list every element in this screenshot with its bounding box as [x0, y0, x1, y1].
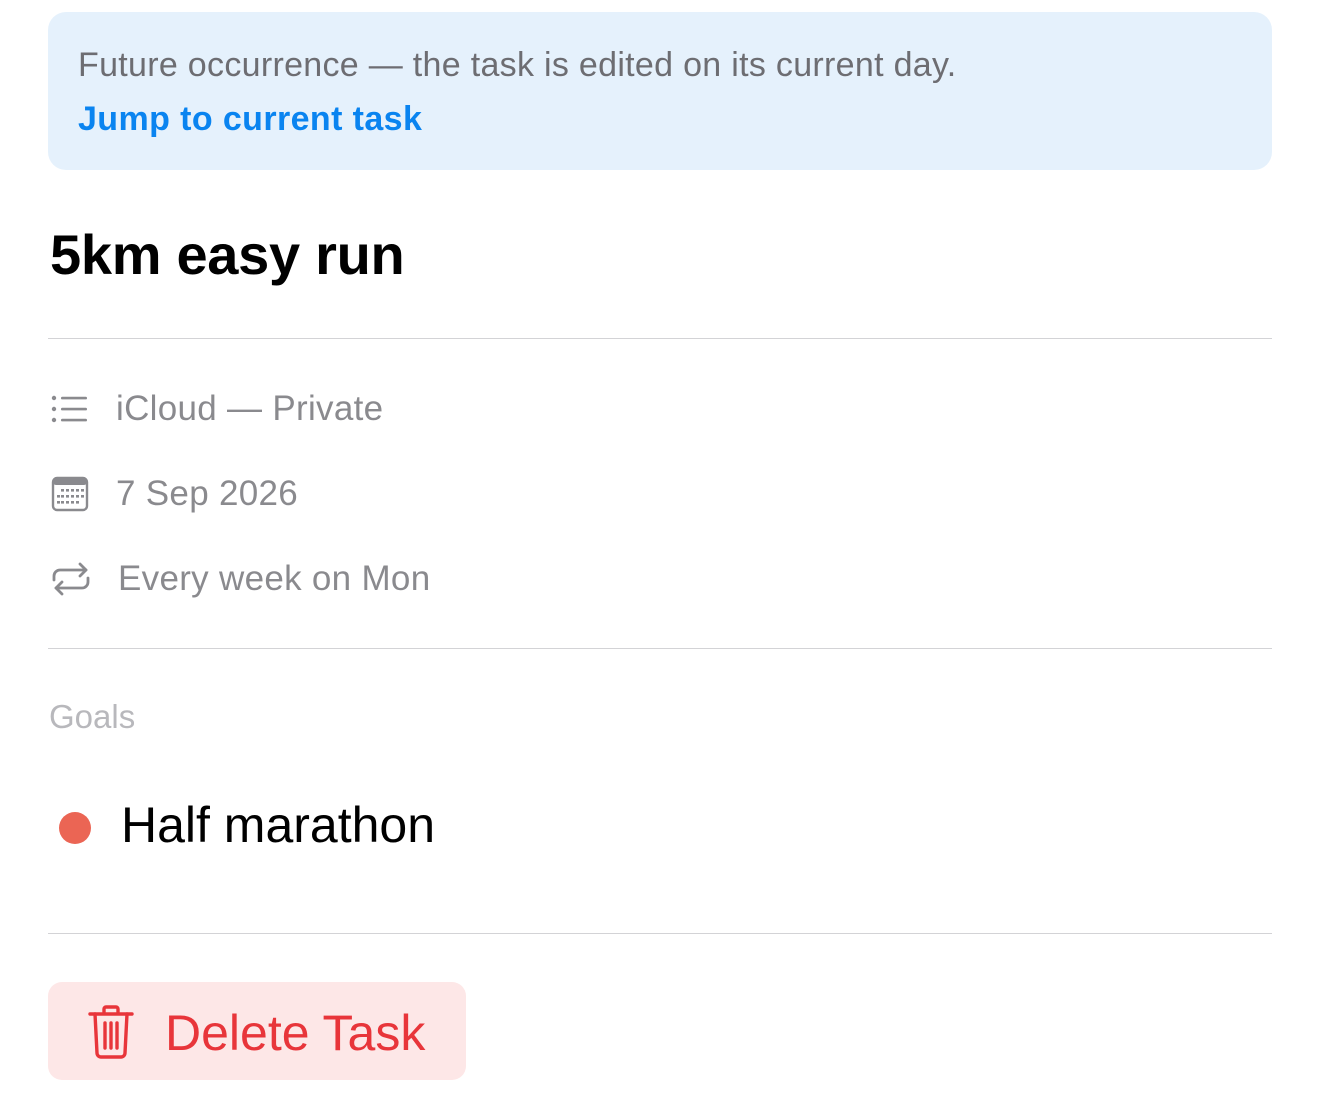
date-label: 7 Sep 2026 — [116, 474, 299, 513]
repeat-label: Every week on Mon — [118, 559, 431, 598]
goal-color-dot — [59, 812, 91, 844]
goals-section-header: Goals — [49, 698, 136, 735]
divider — [48, 648, 1272, 649]
list-row[interactable]: iCloud — Private — [48, 381, 748, 437]
task-title[interactable]: 5km easy run — [50, 222, 405, 287]
calendar-icon — [50, 476, 90, 512]
trash-icon — [87, 1004, 135, 1060]
divider — [48, 338, 1272, 339]
date-row[interactable]: 7 Sep 2026 — [48, 466, 748, 522]
task-detail-page: Future occurrence — the task is edited o… — [48, 0, 1272, 1106]
repeat-icon — [50, 561, 90, 597]
list-label: iCloud — Private — [116, 389, 384, 428]
jump-to-current-task-link[interactable]: Jump to current task — [78, 100, 422, 139]
future-occurrence-banner: Future occurrence — the task is edited o… — [48, 12, 1272, 170]
delete-task-button[interactable]: Delete Task — [48, 982, 466, 1080]
goal-item[interactable]: Half marathon — [48, 790, 748, 862]
divider — [48, 933, 1272, 934]
list-icon — [50, 391, 90, 427]
goal-label: Half marathon — [121, 797, 436, 853]
banner-message: Future occurrence — the task is edited o… — [78, 46, 957, 84]
delete-task-label: Delete Task — [165, 1005, 426, 1061]
repeat-row[interactable]: Every week on Mon — [48, 551, 748, 607]
